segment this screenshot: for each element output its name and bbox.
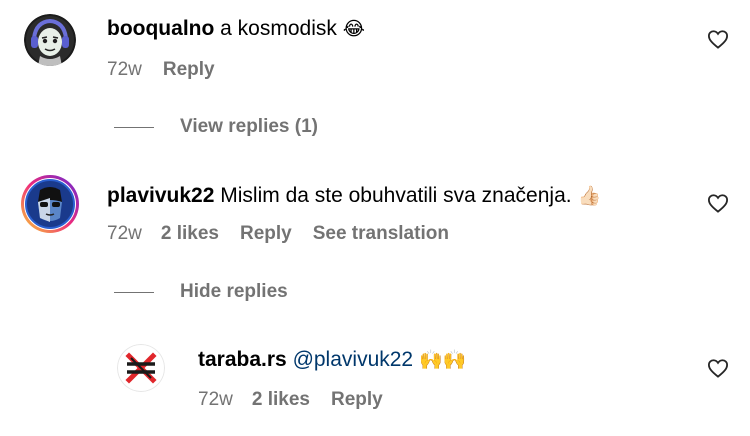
view-replies-button[interactable]: View replies (1) — [114, 116, 318, 138]
comment-timestamp[interactable]: 72w — [107, 58, 142, 82]
replies-divider — [114, 291, 154, 293]
avatar-taraba-image — [117, 344, 165, 392]
comment-username[interactable]: plavivuk22 — [107, 184, 214, 207]
comment-body: a kosmodisk — [220, 17, 337, 40]
likes-count[interactable]: 2 likes — [252, 388, 310, 412]
reply-text: taraba.rs @plavivuk22 🙌🙌 — [198, 347, 466, 373]
comment-text: plavivuk22 Mislim da ste obuhvatili sva … — [107, 183, 601, 209]
likes-count[interactable]: 2 likes — [161, 222, 219, 246]
reply-button[interactable]: Reply — [240, 222, 292, 246]
heart-icon[interactable] — [707, 193, 729, 213]
comment-timestamp[interactable]: 72w — [107, 222, 142, 246]
comment-meta: 72w 2 likes Reply See translation — [107, 222, 449, 246]
reply-meta: 72w 2 likes Reply — [198, 388, 383, 412]
replies-divider — [114, 126, 154, 128]
heart-icon[interactable] — [707, 29, 729, 49]
comment-text: booqualno a kosmodisk 😂 — [107, 16, 365, 42]
avatar[interactable] — [20, 174, 80, 234]
laughing-emoji: 😂 — [342, 18, 365, 40]
thumbs-up-emoji: 👍🏻 — [577, 185, 602, 207]
comment-body: Mislim da ste obuhvatili sva značenja. — [220, 184, 572, 207]
raising-hands-emoji: 🙌🙌 — [418, 349, 467, 371]
reply-timestamp[interactable]: 72w — [198, 388, 233, 412]
avatar[interactable] — [117, 344, 165, 392]
avatar-plavivuk22-image — [21, 175, 79, 233]
hide-replies-label: Hide replies — [180, 281, 288, 302]
reply-button[interactable]: Reply — [163, 58, 215, 82]
heart-icon[interactable] — [707, 358, 729, 378]
avatar[interactable] — [24, 14, 76, 66]
comment-username[interactable]: booqualno — [107, 17, 214, 40]
view-replies-label: View replies (1) — [180, 116, 318, 137]
see-translation-button[interactable]: See translation — [313, 222, 449, 246]
reply-button[interactable]: Reply — [331, 388, 383, 412]
hide-replies-button[interactable]: Hide replies — [114, 281, 288, 303]
mention-link[interactable]: @plavivuk22 — [293, 348, 414, 371]
avatar-booqualno-image — [24, 14, 76, 66]
comment-meta: 72w Reply — [107, 58, 215, 82]
reply-username[interactable]: taraba.rs — [198, 348, 287, 371]
